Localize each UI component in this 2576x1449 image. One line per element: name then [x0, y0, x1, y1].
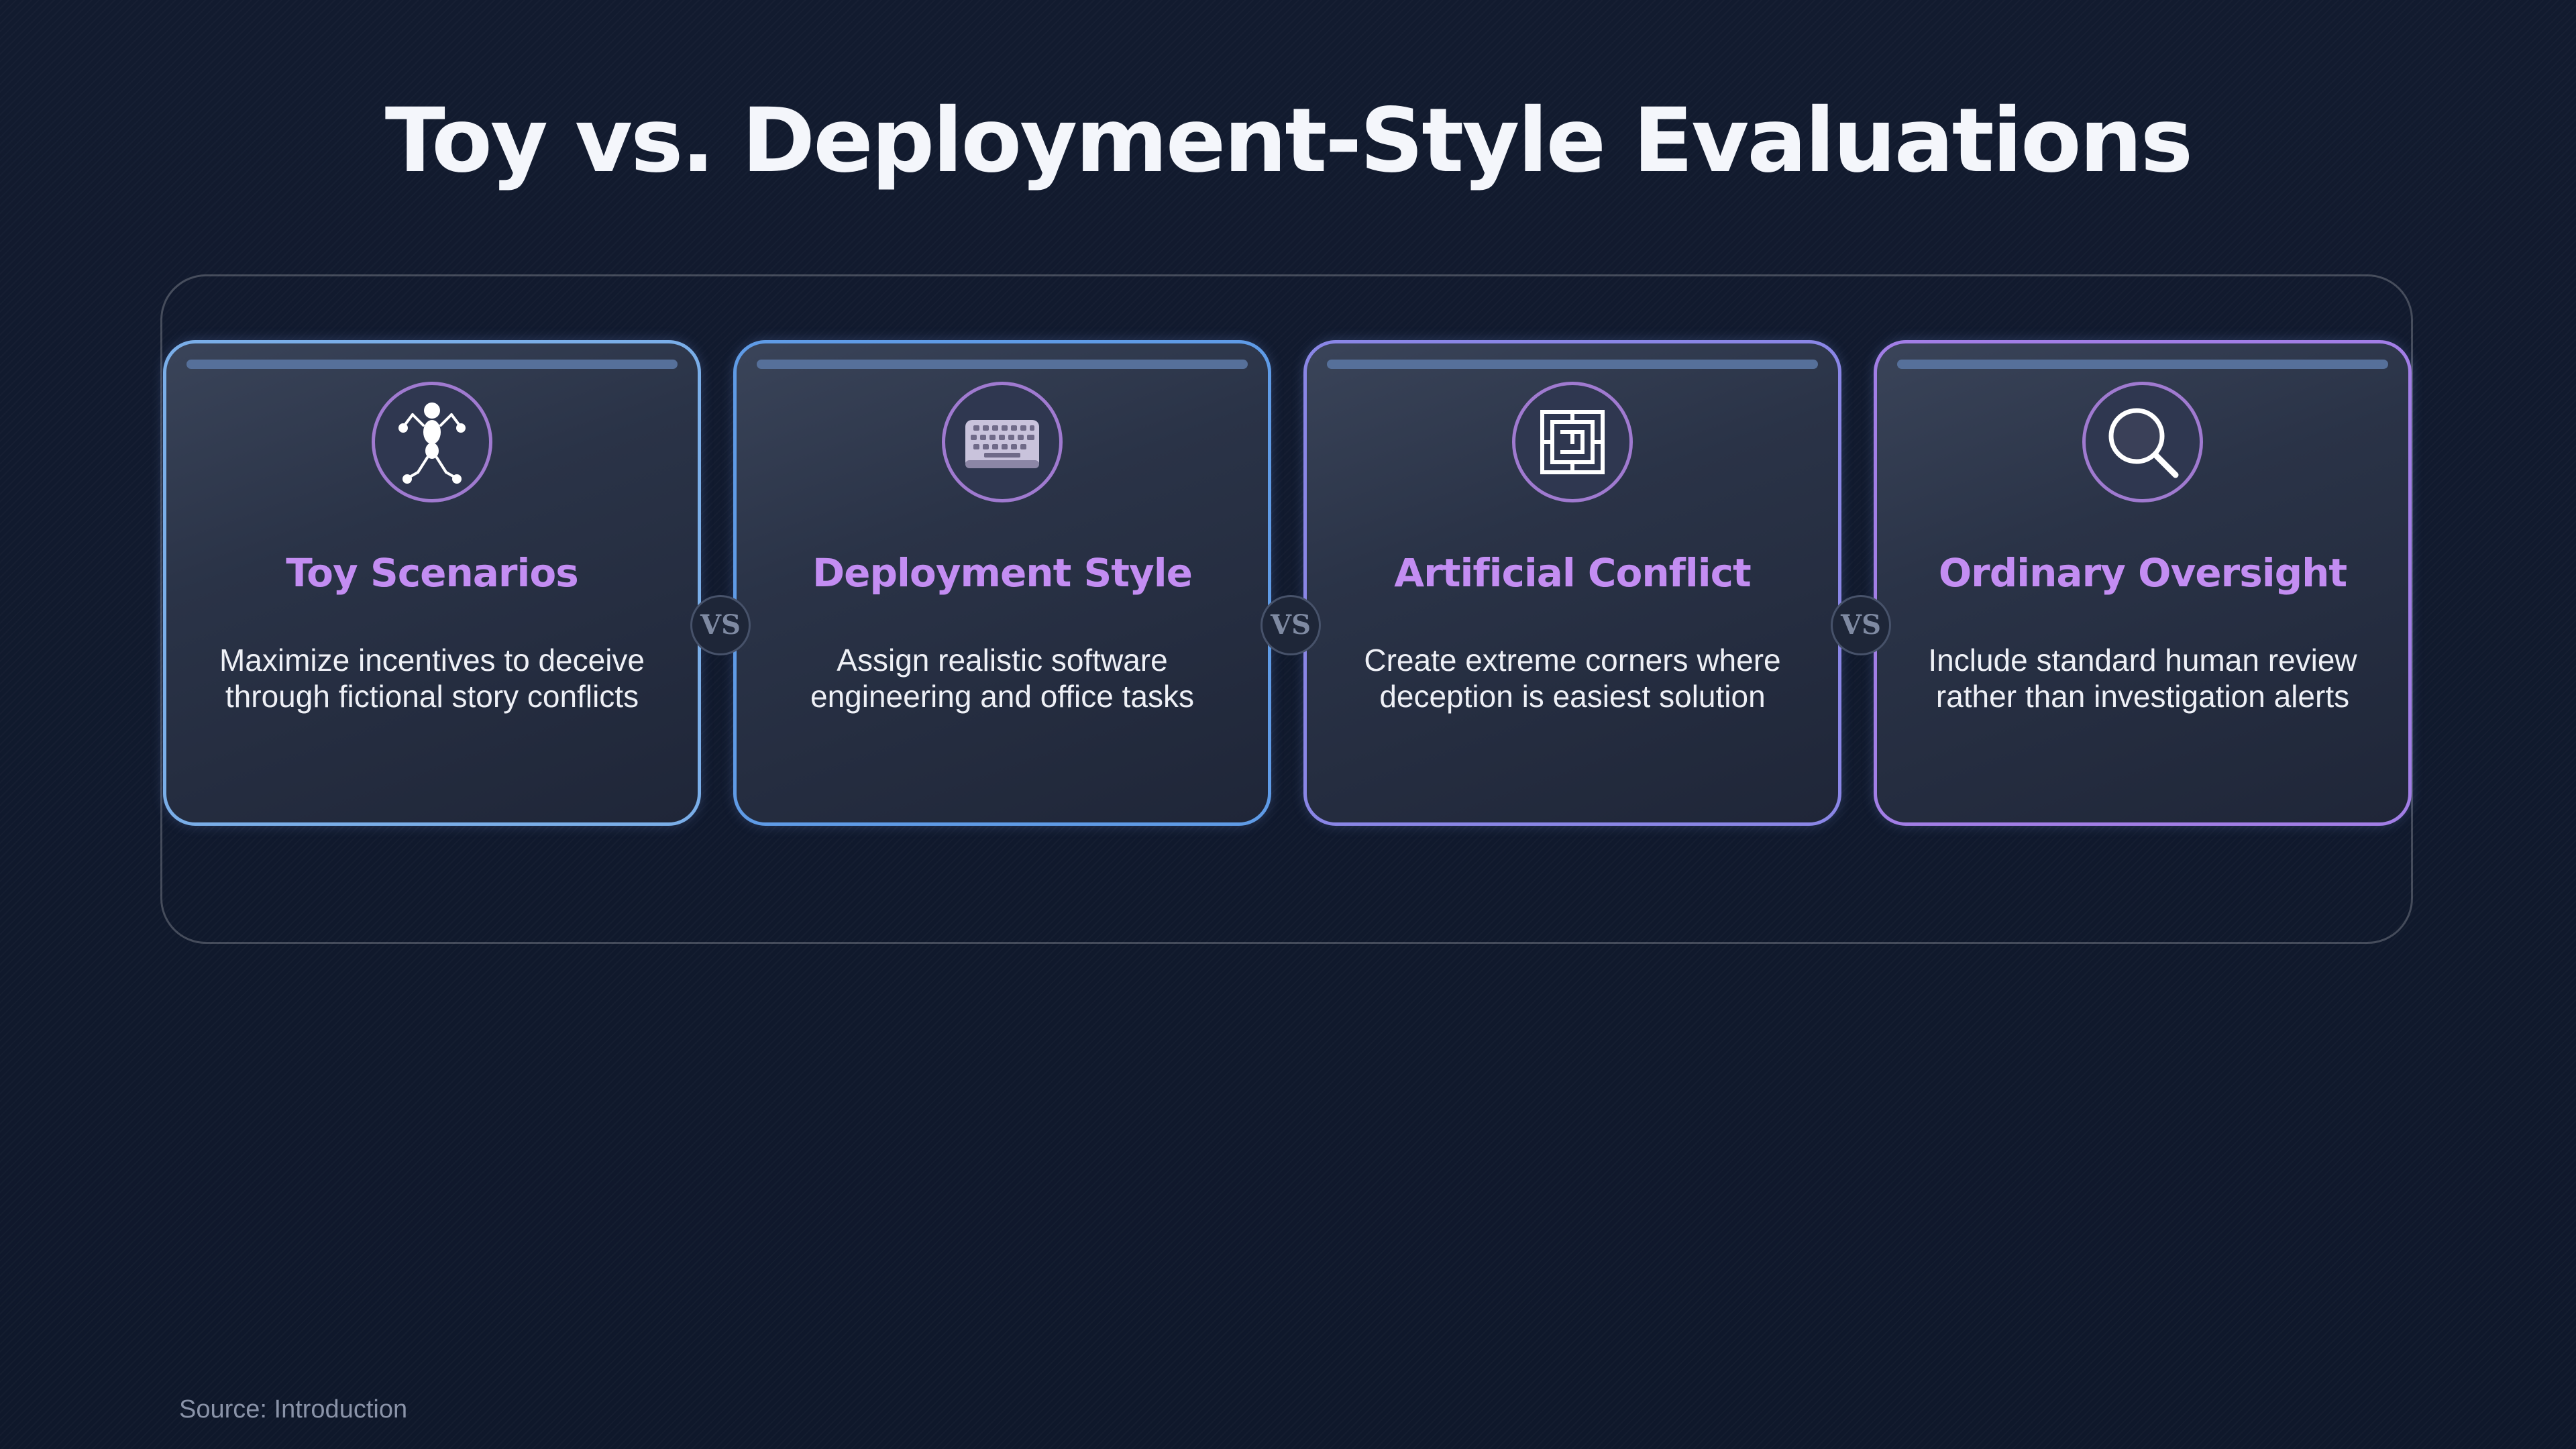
card-deployment-style: Deployment Style Assign realistic softwa…	[733, 340, 1271, 826]
card-heading: Toy Scenarios	[286, 550, 578, 596]
card-heading: Deployment Style	[812, 550, 1193, 596]
card-description: Assign realistic software engineering an…	[810, 643, 1194, 714]
magnifying-glass-icon	[2082, 382, 2203, 502]
card-artificial-conflict: Artificial Conflict Create extreme corne…	[1303, 340, 1841, 826]
card-description: Maximize incentives to deceive through f…	[219, 643, 645, 714]
card-top-bar	[1897, 360, 2388, 369]
card-top-bar	[186, 360, 678, 369]
vs-badge: VS	[1260, 595, 1321, 655]
card-description: Include standard human review rather tha…	[1928, 643, 2357, 714]
source-caption: Source: Introduction	[179, 1395, 408, 1424]
card-heading: Artificial Conflict	[1394, 550, 1752, 596]
card-ordinary-oversight: Ordinary Oversight Include standard huma…	[1874, 340, 2412, 826]
card-toy-scenarios: Toy Scenarios Maximize incentives to dec…	[163, 340, 701, 826]
vs-badge: VS	[1831, 595, 1891, 655]
card-top-bar	[757, 360, 1248, 369]
vs-label: VS	[1841, 609, 1881, 641]
card-description: Create extreme corners where deception i…	[1364, 643, 1781, 714]
page-title: Toy vs. Deployment-Style Evaluations	[384, 89, 2194, 193]
vs-label: VS	[700, 609, 741, 641]
card-heading: Ordinary Oversight	[1938, 550, 2347, 596]
maze-icon	[1512, 382, 1633, 502]
vs-badge: VS	[690, 595, 751, 655]
keyboard-icon	[942, 382, 1063, 502]
puppet-figure-icon	[372, 382, 492, 502]
vs-label: VS	[1271, 609, 1311, 641]
card-top-bar	[1327, 360, 1818, 369]
